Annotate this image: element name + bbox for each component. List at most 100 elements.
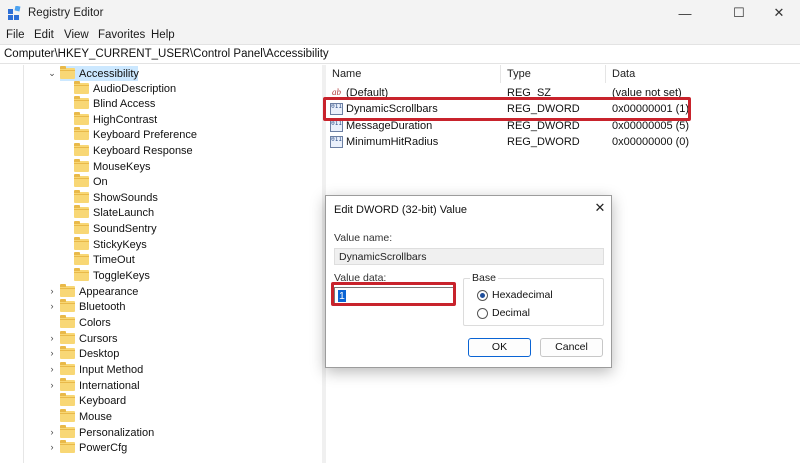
tree-item-label: On [93,175,108,188]
dword-value-icon: 011 [330,120,343,132]
base-groupbox [463,278,604,326]
tree-item-label: SlateLaunch [93,206,155,219]
hexadecimal-radio[interactable] [477,290,488,301]
tree-item-stickykeys[interactable]: StickyKeys [74,237,147,252]
menu-favorites[interactable]: Favorites [98,29,145,41]
tree-item-label: AudioDescription [93,82,177,95]
tree-item-label: MouseKeys [93,160,151,173]
tree-item-label: Mouse [79,410,113,423]
tree-item-label: HighContrast [93,113,158,126]
menu-view[interactable]: View [64,29,89,41]
chevron-right-icon[interactable]: › [47,380,57,390]
dword-value-icon: 011 [330,136,343,148]
chevron-down-icon[interactable]: ⌄ [47,68,57,79]
tree-item-appearance[interactable]: Appearance [60,284,138,299]
tree-item-personalization[interactable]: Personalization [60,425,154,440]
value-name: MinimumHitRadius [346,136,439,148]
chevron-right-icon[interactable]: › [47,286,57,296]
tree-item-cursors[interactable]: Cursors [60,331,118,346]
menu-help[interactable]: Help [151,29,175,41]
window-title: Registry Editor [28,7,104,19]
tree-item-soundsentry[interactable]: SoundSentry [74,221,157,236]
chevron-right-icon[interactable]: › [47,442,57,452]
base-label: Base [470,272,498,284]
minimize-button[interactable]: — [662,0,708,26]
tree-item-label: Cursors [79,332,118,345]
address-bar[interactable]: Computer\HKEY_CURRENT_USER\Control Panel… [0,44,800,64]
tree-item-label: Keyboard [79,394,127,407]
folder-icon [74,221,89,234]
tree-item-keyboard[interactable]: Keyboard [60,393,126,408]
column-header-data[interactable]: Data [612,68,635,80]
key-tree: Accessibility ⌄ AudioDescription Blind A… [0,65,318,463]
folder-icon [74,112,89,125]
tree-item-showsounds[interactable]: ShowSounds [74,190,158,205]
value-row-messageduration[interactable]: 011 MessageDuration REG_DWORD 0x00000005… [326,119,800,134]
column-divider[interactable] [605,65,606,83]
tree-item-label: ShowSounds [93,191,158,204]
chevron-right-icon[interactable]: › [47,427,57,437]
tree-item-powercfg[interactable]: PowerCfg [60,440,127,455]
chevron-right-icon[interactable]: › [47,348,57,358]
tree-item-timeout[interactable]: TimeOut [74,252,135,267]
tree-item-international[interactable]: International [60,378,140,393]
folder-icon [74,237,89,250]
ok-button[interactable]: OK [468,338,531,357]
tree-item-label: Input Method [79,363,144,376]
tree-item-togglekeys[interactable]: ToggleKeys [74,268,150,283]
folder-icon [60,409,75,422]
tree-item-slatelaunch[interactable]: SlateLaunch [74,205,154,220]
folder-icon [74,96,89,109]
folder-icon [74,159,89,172]
tree-item-mousekeys[interactable]: MouseKeys [74,159,150,174]
chevron-right-icon[interactable]: › [47,301,57,311]
folder-icon [74,252,89,265]
folder-icon [74,143,89,156]
column-divider[interactable] [500,65,501,83]
menu-file[interactable]: File [6,29,25,41]
tree-item-label: ToggleKeys [93,269,150,282]
tree-item-highcontrast[interactable]: HighContrast [74,112,157,127]
chevron-right-icon[interactable]: › [47,333,57,343]
tree-item-keyboard-response[interactable]: Keyboard Response [74,143,193,158]
tree-item-colors[interactable]: Colors [60,315,111,330]
tree-item-on[interactable]: On [74,174,108,189]
folder-icon [60,440,75,453]
chevron-right-icon[interactable]: › [47,364,57,374]
tree-item-blind-access[interactable]: Blind Access [74,96,155,111]
tree-item-bluetooth[interactable]: Bluetooth [60,299,125,314]
folder-icon [60,315,75,328]
column-header-name[interactable]: Name [332,68,361,80]
value-name-label: Value name: [334,232,393,244]
tree-item-audiodescription[interactable]: AudioDescription [74,81,176,96]
tree-item-keyboard-preference[interactable]: Keyboard Preference [74,127,197,142]
tree-item-label: International [79,379,140,392]
tree-edge [0,65,24,463]
decimal-label[interactable]: Decimal [492,307,530,319]
value-name-field: DynamicScrollbars [334,248,604,265]
menu-edit[interactable]: Edit [34,29,54,41]
value-name: MessageDuration [346,120,433,132]
folder-icon [60,331,75,344]
cancel-button[interactable]: Cancel [540,338,603,357]
value-type: REG_DWORD [507,120,580,132]
hexadecimal-label[interactable]: Hexadecimal [492,289,553,301]
folder-icon [60,299,75,312]
folder-icon [74,174,89,187]
value-row-minimumhitradius[interactable]: 011 MinimumHitRadius REG_DWORD 0x0000000… [326,135,800,150]
value-data: 0x00000005 (5) [612,120,690,132]
close-button[interactable]: ✕ [756,0,800,26]
folder-icon [60,393,75,406]
tree-item-mouse[interactable]: Mouse [60,409,112,424]
dialog-close-button[interactable]: ✕ [592,200,608,216]
tree-item-input-method[interactable]: Input Method [60,362,143,377]
tree-item-desktop[interactable]: Desktop [60,346,119,361]
tree-item-label: Desktop [79,347,120,360]
folder-icon [60,346,75,359]
address-path[interactable]: Computer\HKEY_CURRENT_USER\Control Panel… [4,48,329,60]
tree-item-label: Keyboard Preference [93,128,197,141]
column-header-type[interactable]: Type [507,68,531,80]
decimal-radio[interactable] [477,308,488,319]
tree-item-label: Keyboard Response [93,144,193,157]
tree-item-accessibility[interactable]: Accessibility [60,66,139,81]
